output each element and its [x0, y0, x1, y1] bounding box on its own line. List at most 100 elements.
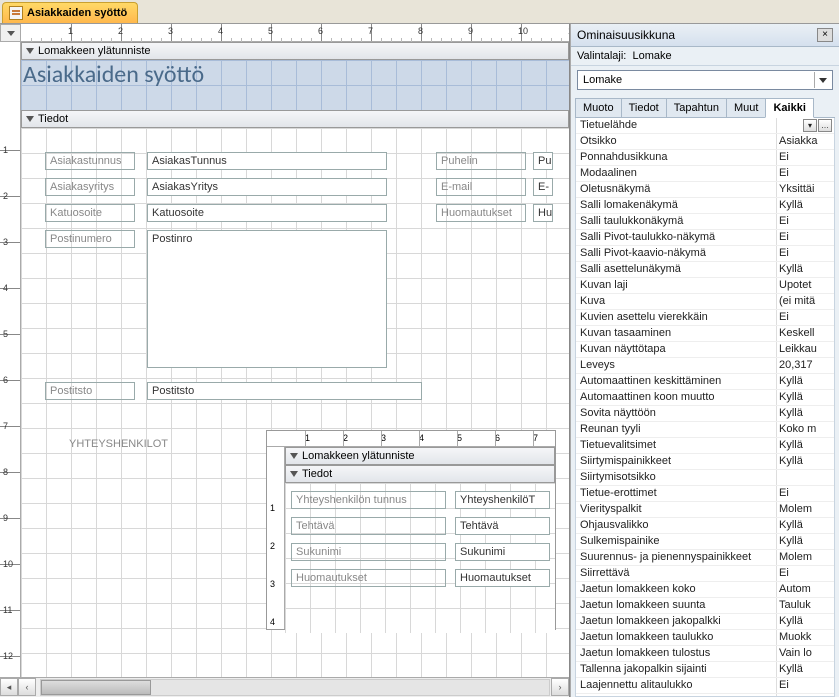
property-value[interactable]: (ei mitä — [776, 294, 834, 309]
field-katuosoite[interactable]: Katuosoite — [147, 204, 387, 222]
nav-next-button[interactable]: › — [551, 678, 569, 696]
scrollbar-thumb[interactable] — [41, 680, 151, 695]
label-asiakastunnus[interactable]: Asiakastunnus — [45, 152, 135, 170]
horizontal-ruler[interactable]: 1234567891011 — [21, 24, 569, 42]
property-sheet-title-bar[interactable]: Ominaisuusikkuna × — [571, 24, 839, 47]
nav-first-button[interactable]: ◂ — [0, 678, 18, 696]
property-row[interactable]: Jaetun lomakkeen suuntaTauluk — [576, 598, 834, 614]
property-value[interactable]: Tauluk — [776, 598, 834, 613]
field-email[interactable]: E- — [533, 178, 553, 196]
property-row[interactable]: Kuvien asettelu vierekkäinEi — [576, 310, 834, 326]
property-row[interactable]: SiirtymispainikkeetKyllä — [576, 454, 834, 470]
property-value[interactable]: Ei — [776, 246, 834, 261]
property-value[interactable]: Keskell — [776, 326, 834, 341]
property-grid[interactable]: Tietuelähde▾…OtsikkoAsiakkaPonnahdusikku… — [575, 118, 835, 697]
field-huomautukset[interactable]: Hu — [533, 204, 553, 222]
property-value[interactable] — [776, 470, 834, 485]
property-value[interactable]: Kyllä — [776, 374, 834, 389]
label-postitsto[interactable]: Postitsto — [45, 382, 135, 400]
label-postinumero[interactable]: Postinumero — [45, 230, 135, 248]
sub-field-sukunimi[interactable]: Sukunimi — [455, 543, 550, 561]
property-row[interactable]: SiirrettäväEi — [576, 566, 834, 582]
property-value[interactable]: Leikkau — [776, 342, 834, 357]
property-value[interactable]: Kyllä — [776, 614, 834, 629]
label-asiakasyritys[interactable]: Asiakasyritys — [45, 178, 135, 196]
property-value[interactable]: Ei — [776, 150, 834, 165]
field-asiakastunnus[interactable]: AsiakasTunnus — [147, 152, 387, 170]
label-puhelin[interactable]: Puhelin — [436, 152, 526, 170]
property-value[interactable]: Asiakka — [776, 134, 834, 149]
property-row[interactable]: ModaalinenEi — [576, 166, 834, 182]
property-tab-tiedot[interactable]: Tiedot — [621, 98, 667, 117]
property-value[interactable]: Kyllä — [776, 390, 834, 405]
property-value[interactable]: Ei — [776, 486, 834, 501]
section-bar-detail[interactable]: Tiedot — [21, 110, 569, 128]
property-value[interactable]: Kyllä — [776, 198, 834, 213]
property-row[interactable]: SulkemispainikeKyllä — [576, 534, 834, 550]
property-row[interactable]: Sovita näyttöönKyllä — [576, 406, 834, 422]
property-row[interactable]: Leveys20,317 — [576, 358, 834, 374]
property-value[interactable]: Molem — [776, 502, 834, 517]
sub-section-detail[interactable]: Tiedot — [285, 465, 555, 483]
property-row[interactable]: Tietue-erottimetEi — [576, 486, 834, 502]
sub-field-tehtava[interactable]: Tehtävä — [455, 517, 550, 535]
property-value[interactable]: 20,317 — [776, 358, 834, 373]
label-huomautukset[interactable]: Huomautukset — [436, 204, 526, 222]
form-tab[interactable]: Asiakkaiden syöttö — [2, 2, 138, 23]
property-row[interactable]: Kuvan lajiUpotet — [576, 278, 834, 294]
property-row[interactable]: VierityspalkitMolem — [576, 502, 834, 518]
property-value[interactable]: Kyllä — [776, 518, 834, 533]
property-value[interactable]: Kyllä — [776, 262, 834, 277]
field-postitsto[interactable]: Postitsto — [147, 382, 422, 400]
property-row[interactable]: Laajennettu alitaulukkoEi — [576, 678, 834, 694]
close-button[interactable]: × — [817, 28, 833, 42]
property-value[interactable]: Kyllä — [776, 406, 834, 421]
property-row[interactable]: Reunan tyyliKoko m — [576, 422, 834, 438]
property-row[interactable]: OletusnäkymäYksittäi — [576, 182, 834, 198]
horizontal-scrollbar[interactable] — [40, 679, 550, 696]
property-value[interactable]: Ei — [776, 214, 834, 229]
property-tab-tapahtun[interactable]: Tapahtun — [666, 98, 727, 117]
property-value[interactable]: Ei — [776, 230, 834, 245]
property-row[interactable]: OhjausvalikkoKyllä — [576, 518, 834, 534]
property-row[interactable]: Salli Pivot-kaavio-näkymäEi — [576, 246, 834, 262]
property-row[interactable]: Salli Pivot-taulukko-näkymäEi — [576, 230, 834, 246]
nav-prev-button[interactable]: ‹ — [18, 678, 36, 696]
sub-label-tunnus[interactable]: Yhteyshenkilön tunnus — [291, 491, 446, 509]
property-row[interactable]: TietuevalitsimetKyllä — [576, 438, 834, 454]
property-row[interactable]: Salli asettelunäkymäKyllä — [576, 262, 834, 278]
sub-vertical-ruler[interactable]: 1234 — [267, 447, 285, 629]
property-value[interactable]: ▾… — [776, 118, 834, 133]
property-tab-muut[interactable]: Muut — [726, 98, 766, 117]
property-row[interactable]: PonnahdusikkunaEi — [576, 150, 834, 166]
property-value[interactable]: Koko m — [776, 422, 834, 437]
property-row[interactable]: Kuvan näyttötapaLeikkau — [576, 342, 834, 358]
property-value[interactable]: Vain lo — [776, 646, 834, 661]
form-title-label[interactable]: Asiakkaiden syöttö — [23, 60, 204, 89]
property-value[interactable]: Ei — [776, 166, 834, 181]
property-row[interactable]: Jaetun lomakkeen tulostusVain lo — [576, 646, 834, 662]
sub-label-tehtava[interactable]: Tehtävä — [291, 517, 446, 535]
property-value[interactable]: Ei — [776, 678, 834, 693]
property-value[interactable]: Ei — [776, 310, 834, 325]
property-row[interactable]: OtsikkoAsiakka — [576, 134, 834, 150]
property-value[interactable]: Kyllä — [776, 534, 834, 549]
property-row[interactable]: Jaetun lomakkeen kokoAutom — [576, 582, 834, 598]
detail-area[interactable]: Asiakastunnus AsiakasTunnus Asiakasyrity… — [21, 128, 569, 677]
property-value[interactable]: Autom — [776, 582, 834, 597]
sub-label-huom[interactable]: Huomautukset — [291, 569, 446, 587]
dropdown-icon[interactable]: ▾ — [803, 119, 817, 132]
property-value[interactable]: Ei — [776, 566, 834, 581]
property-row[interactable]: Tallenna jakopalkin sijaintiKyllä — [576, 662, 834, 678]
label-yhteyshenkilot[interactable]: YHTEYSHENKILOT — [69, 438, 168, 450]
property-value[interactable]: Muokk — [776, 630, 834, 645]
property-row[interactable]: Kuva(ei mitä — [576, 294, 834, 310]
sub-label-sukunimi[interactable]: Sukunimi — [291, 543, 446, 561]
sub-section-header[interactable]: Lomakkeen ylätunniste — [285, 447, 555, 465]
property-row[interactable]: Automaattinen koon muuttoKyllä — [576, 390, 834, 406]
label-katuosoite[interactable]: Katuosoite — [45, 204, 135, 222]
property-value[interactable]: Kyllä — [776, 662, 834, 677]
property-row[interactable]: Jaetun lomakkeen jakopalkkiKyllä — [576, 614, 834, 630]
property-tab-muoto[interactable]: Muoto — [575, 98, 622, 117]
sub-horizontal-ruler[interactable]: 1234567 — [267, 431, 555, 447]
